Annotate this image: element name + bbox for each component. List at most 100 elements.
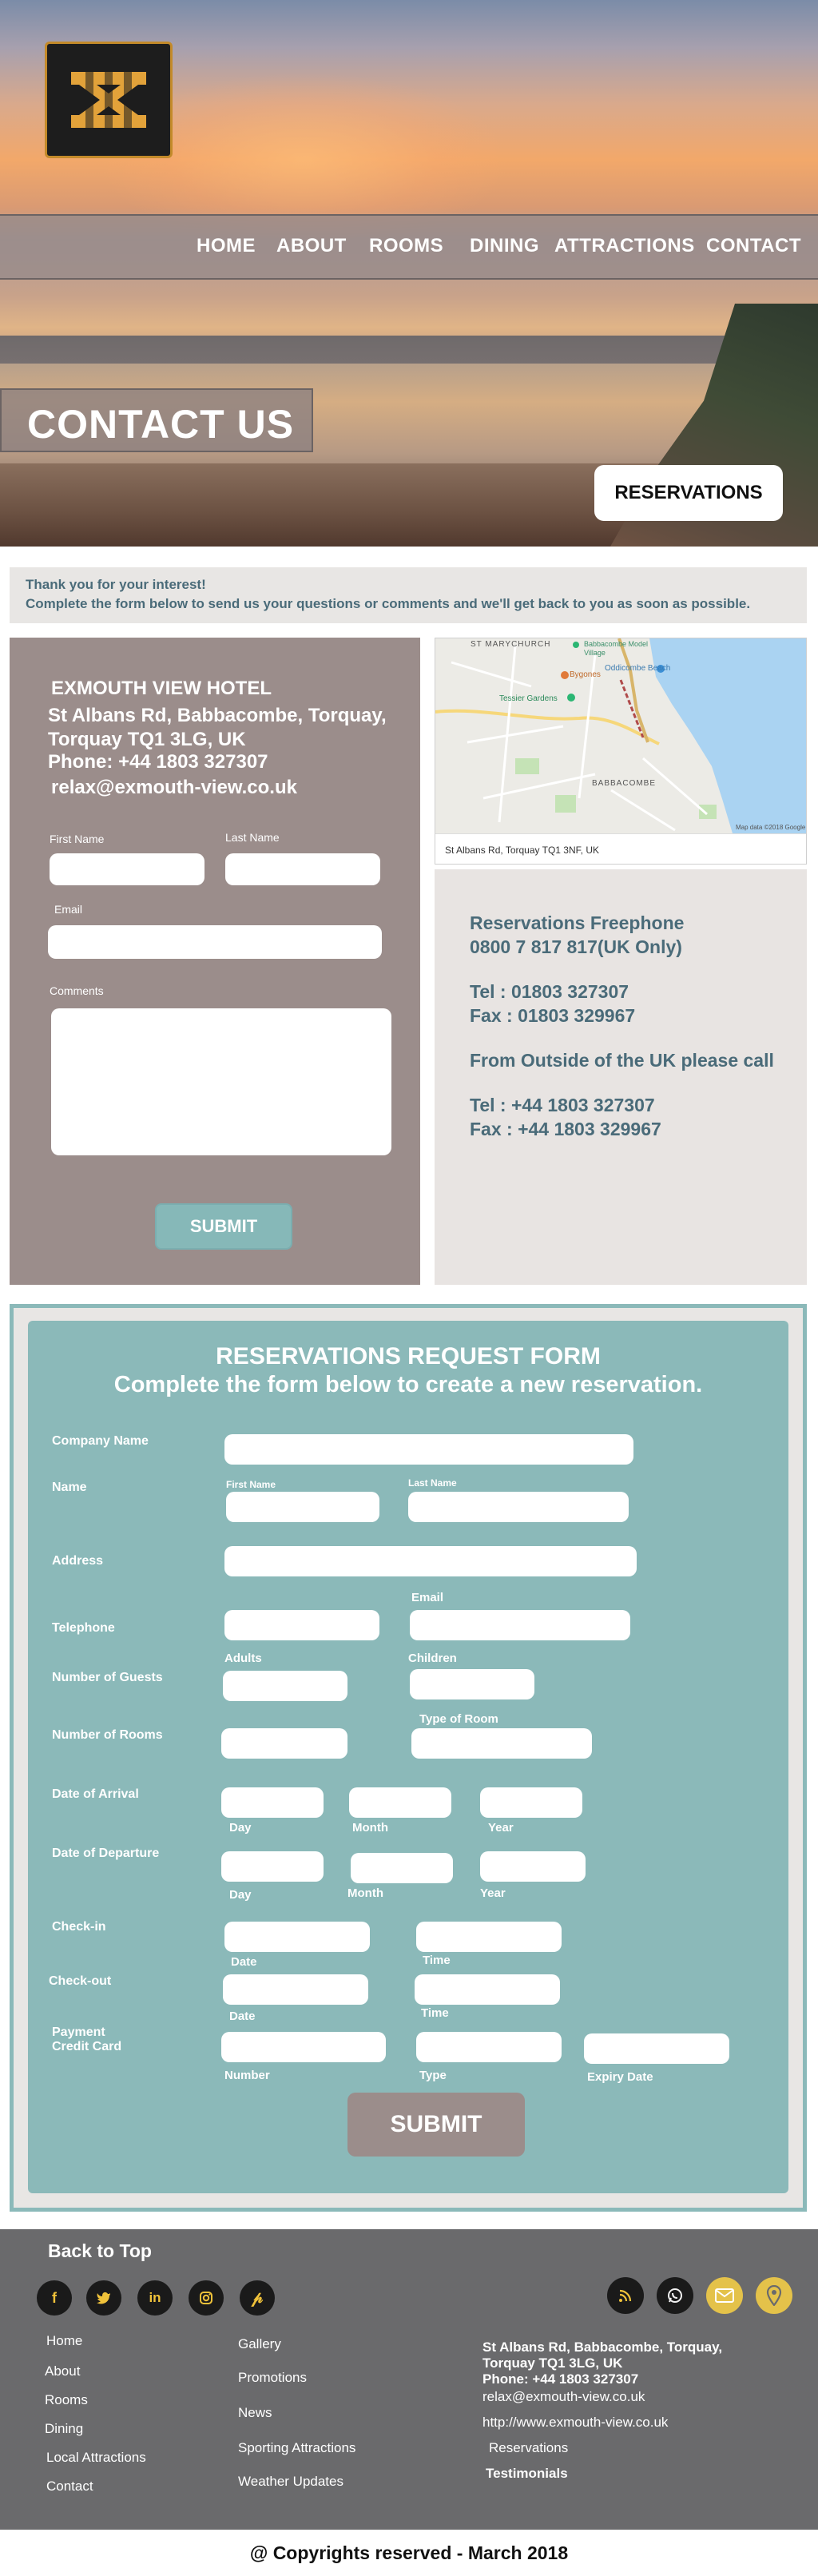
room-type-sublabel: Type of Room [419, 1712, 498, 1726]
footer-link-gallery[interactable]: Gallery [238, 2336, 281, 2352]
location-map[interactable]: ST MARYCHURCH Babbacombe Model Village B… [435, 638, 807, 865]
map-label-oddicombe-beach: Oddicombe Beach [605, 664, 671, 673]
instagram-icon[interactable] [189, 2280, 224, 2316]
departure-day-input[interactable] [221, 1851, 324, 1882]
footer-email[interactable]: relax@exmouth-view.co.uk [482, 2389, 645, 2405]
nav-home[interactable]: HOME [197, 235, 256, 257]
location-pin-icon[interactable] [756, 2277, 792, 2314]
footer: Back to Top f in 𝓅 Home About Rooms Dini… [0, 2229, 818, 2530]
contact-panel: EXMOUTH VIEW HOTEL St Albans Rd, Babbaco… [10, 638, 420, 1285]
rooms-label: Number of Rooms [52, 1728, 163, 1742]
check-in-label: Check-in [52, 1920, 106, 1934]
whatsapp-icon[interactable] [657, 2277, 693, 2314]
hero-banner: HOME ABOUT ROOMS DINING ATTRACTIONS CONT… [0, 0, 818, 547]
check-in-time-input[interactable] [416, 1922, 562, 1952]
guests-label: Number of Guests [52, 1671, 163, 1684]
footer-phone: Phone: +44 1803 327307 [482, 2371, 639, 2387]
facebook-icon[interactable]: f [37, 2280, 72, 2316]
res-email-input[interactable] [410, 1610, 630, 1640]
check-in-date-input[interactable] [224, 1922, 370, 1952]
arrival-year-sublabel: Year [488, 1821, 514, 1835]
arrival-month-input[interactable] [349, 1787, 451, 1818]
back-to-top-link[interactable]: Back to Top [48, 2240, 152, 2262]
address-input[interactable] [224, 1546, 637, 1576]
children-input[interactable] [410, 1669, 534, 1699]
reservations-info-panel: Reservations Freephone 0800 7 817 817(UK… [435, 869, 807, 1285]
footer-link-weather-updates[interactable]: Weather Updates [238, 2474, 343, 2490]
map-label-tessier-gardens: Tessier Gardens [499, 694, 558, 703]
arrival-day-input[interactable] [221, 1787, 324, 1818]
reservation-submit-button[interactable]: SUBMIT [347, 2093, 525, 2157]
card-number-input[interactable] [221, 2032, 386, 2062]
check-out-date-input[interactable] [223, 1974, 368, 2005]
nav-about[interactable]: ABOUT [276, 235, 347, 257]
footer-link-contact[interactable]: Contact [46, 2479, 93, 2495]
telephone-label: Telephone [52, 1621, 115, 1635]
reservation-form-frame: RESERVATIONS REQUEST FORM Complete the f… [10, 1304, 807, 2212]
twitter-icon[interactable] [86, 2280, 121, 2316]
res-last-name-input[interactable] [408, 1492, 629, 1522]
card-number-sublabel: Number [224, 2069, 270, 2082]
arrival-year-input[interactable] [480, 1787, 582, 1818]
linkedin-icon[interactable]: in [137, 2280, 173, 2316]
map-caption: St Albans Rd, Torquay TQ1 3NF, UK [435, 833, 806, 864]
nav-contact[interactable]: CONTACT [706, 235, 801, 257]
nav-dining[interactable]: DINING [470, 235, 539, 257]
reservation-form-subtitle: Complete the form below to create a new … [113, 1372, 703, 1397]
last-name-input[interactable] [225, 853, 380, 885]
hotel-email[interactable]: relax@exmouth-view.co.uk [51, 777, 297, 799]
arrival-month-sublabel: Month [352, 1821, 388, 1835]
footer-link-dining[interactable]: Dining [45, 2421, 83, 2437]
logo-mark-icon [71, 62, 146, 137]
footer-link-promotions[interactable]: Promotions [238, 2370, 307, 2386]
departure-year-input[interactable] [480, 1851, 586, 1882]
email-label: Email [54, 903, 83, 916]
distant-land [0, 336, 818, 368]
footer-link-sporting-attractions[interactable]: Sporting Attractions [238, 2440, 355, 2456]
footer-address-line2: Torquay TQ1 3LG, UK [482, 2355, 623, 2371]
first-name-sublabel: First Name [226, 1479, 276, 1490]
footer-link-news[interactable]: News [238, 2405, 272, 2421]
res-first-name-input[interactable] [226, 1492, 379, 1522]
payment-label: Payment [52, 2025, 105, 2039]
contact-submit-button[interactable]: SUBMIT [155, 1203, 292, 1250]
departure-month-input[interactable] [351, 1853, 453, 1883]
mail-icon[interactable] [706, 2277, 743, 2314]
rooms-input[interactable] [221, 1728, 347, 1759]
footer-link-home[interactable]: Home [46, 2333, 82, 2349]
footer-link-reservations[interactable]: Reservations [489, 2440, 568, 2456]
card-expiry-sublabel: Expiry Date [587, 2070, 653, 2084]
reservation-form-title: RESERVATIONS REQUEST FORM [216, 1343, 601, 1369]
footer-link-testimonials[interactable]: Testimonials [486, 2466, 568, 2482]
footer-website[interactable]: http://www.exmouth-view.co.uk [482, 2415, 668, 2431]
nav-attractions[interactable]: ATTRACTIONS [554, 235, 695, 257]
credit-card-label: Credit Card [52, 2040, 122, 2053]
hotel-phone: Phone: +44 1803 327307 [48, 751, 268, 773]
footer-link-local-attractions[interactable]: Local Attractions [46, 2450, 146, 2466]
nav-rooms[interactable]: ROOMS [369, 235, 443, 257]
email-sublabel: Email [411, 1591, 444, 1604]
hotel-logo[interactable] [45, 42, 173, 158]
comments-textarea[interactable] [51, 1008, 391, 1155]
room-type-input[interactable] [411, 1728, 592, 1759]
company-name-input[interactable] [224, 1434, 633, 1465]
rss-icon[interactable] [607, 2277, 644, 2314]
check-in-time-sublabel: Time [423, 1954, 451, 1967]
first-name-input[interactable] [50, 853, 204, 885]
check-out-time-sublabel: Time [421, 2006, 449, 2020]
comments-label: Comments [50, 984, 104, 997]
adults-input[interactable] [223, 1671, 347, 1701]
card-expiry-input[interactable] [584, 2033, 729, 2064]
footer-link-rooms[interactable]: Rooms [45, 2392, 88, 2408]
email-input[interactable] [48, 925, 382, 959]
intl-tel: Tel : +44 1803 327307 [470, 1095, 655, 1115]
copyright: @ Copyrights reserved - March 2018 [0, 2530, 818, 2576]
pinterest-icon[interactable]: 𝓅 [240, 2280, 275, 2316]
telephone-input[interactable] [224, 1610, 379, 1640]
footer-link-about[interactable]: About [45, 2363, 80, 2379]
check-out-time-input[interactable] [415, 1974, 560, 2005]
card-type-input[interactable] [416, 2032, 562, 2062]
last-name-sublabel: Last Name [408, 1477, 457, 1489]
reservations-button[interactable]: RESERVATIONS [594, 465, 783, 521]
main-nav: HOME ABOUT ROOMS DINING ATTRACTIONS CONT… [0, 214, 818, 280]
